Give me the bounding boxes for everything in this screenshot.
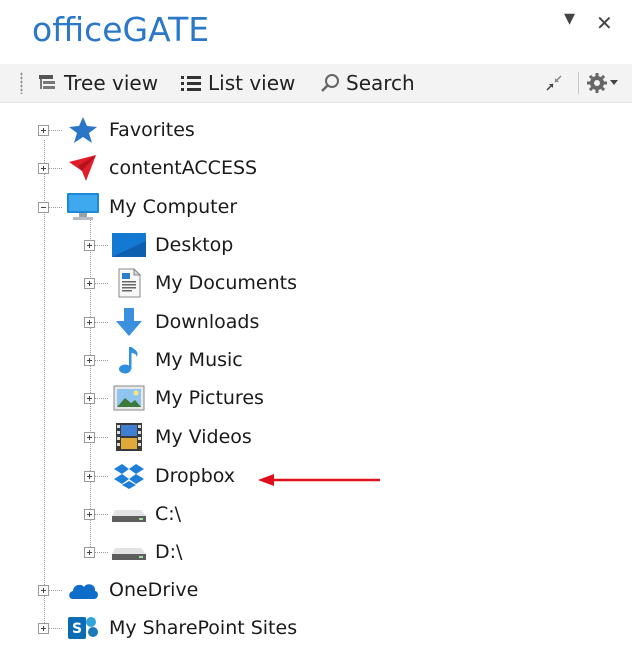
desktop-icon	[111, 230, 147, 260]
tree-node-label: D:\	[155, 541, 183, 563]
expand-toggle[interactable]	[38, 124, 49, 136]
tree-node-c-drive[interactable]: C:\	[84, 496, 181, 532]
tree-node-label: Dropbox	[155, 465, 236, 487]
close-button[interactable]: ✕	[596, 12, 613, 35]
cloud-icon	[65, 575, 101, 605]
contentaccess-logo-icon	[65, 153, 101, 183]
pane-options-dropdown[interactable]: ▾	[564, 8, 575, 30]
expand-toggle[interactable]	[38, 622, 49, 634]
tree-node-label: OneDrive	[109, 579, 199, 601]
list-view-icon	[180, 74, 202, 92]
film-strip-icon	[111, 422, 147, 452]
tree-node-label: My Computer	[109, 196, 238, 218]
tree-connector	[49, 129, 63, 131]
tree-connector	[95, 475, 109, 477]
expand-toggle[interactable]	[84, 431, 95, 443]
tree-node-label: My Videos	[155, 426, 252, 448]
tree-node-my-computer[interactable]: My Computer	[38, 189, 237, 225]
expand-toggle[interactable]	[84, 508, 95, 520]
collapse-icon	[544, 73, 564, 93]
list-view-button[interactable]: List view	[180, 64, 295, 102]
tree-connector	[49, 627, 63, 629]
title-bar: officeGATE ▾ ✕	[0, 0, 632, 64]
toolbar: Tree view List view Search	[0, 64, 632, 103]
expand-toggle[interactable]	[84, 546, 95, 558]
collapse-toggle[interactable]	[38, 201, 49, 213]
tree-connector	[49, 589, 63, 591]
tree-node-d-drive[interactable]: D:\	[84, 534, 182, 570]
sharepoint-logo-icon: S	[65, 613, 101, 643]
toolbar-grip[interactable]	[20, 72, 23, 94]
tree-view-icon	[38, 74, 58, 92]
tree-connector	[95, 359, 109, 361]
search-icon	[320, 73, 340, 93]
tree-node-favorites[interactable]: Favorites	[38, 112, 195, 148]
tree-connector	[95, 321, 109, 323]
expand-toggle[interactable]	[84, 277, 95, 289]
picture-icon	[111, 383, 147, 413]
dropbox-icon	[111, 461, 147, 491]
tree-node-onedrive[interactable]: OneDrive	[38, 572, 198, 608]
computer-icon	[65, 192, 101, 222]
expand-toggle[interactable]	[84, 392, 95, 404]
officegate-panel: officeGATE ▾ ✕ Tree view List view Searc…	[0, 0, 632, 645]
tree-node-desktop[interactable]: Desktop	[84, 227, 233, 263]
close-icon: ✕	[596, 11, 613, 35]
chevron-down-icon	[610, 80, 618, 86]
star-icon	[65, 115, 101, 145]
annotation-arrow	[258, 474, 380, 486]
tree-node-label: Desktop	[155, 234, 234, 256]
list-view-label: List view	[208, 71, 296, 95]
toolbar-separator	[578, 72, 579, 94]
tree-connector	[95, 282, 109, 284]
settings-dropdown-button[interactable]	[586, 64, 618, 102]
search-button[interactable]: Search	[320, 64, 415, 102]
expand-toggle[interactable]	[84, 354, 95, 366]
tree-node-my-music[interactable]: My Music	[84, 342, 243, 378]
collapse-all-button[interactable]	[544, 64, 564, 102]
tree-node-label: Downloads	[155, 311, 260, 333]
tree-connector	[49, 167, 63, 169]
search-label: Search	[346, 71, 415, 95]
app-title: officeGATE	[32, 10, 210, 49]
music-note-icon	[111, 345, 147, 375]
tree-node-contentaccess[interactable]: contentACCESS	[38, 150, 257, 186]
dropdown-arrow-icon: ▾	[564, 6, 576, 31]
tree-connector	[95, 513, 109, 515]
gear-icon	[586, 72, 608, 94]
tree-view-label: Tree view	[64, 71, 159, 95]
tree-node-dropbox[interactable]: Dropbox	[84, 458, 235, 494]
svg-text:S: S	[72, 621, 82, 637]
tree-node-downloads[interactable]: Downloads	[84, 304, 259, 340]
hard-drive-icon	[111, 499, 147, 529]
tree-node-label: My Music	[155, 349, 243, 371]
tree-node-my-documents[interactable]: My Documents	[84, 265, 297, 301]
hard-drive-icon	[111, 537, 147, 567]
expand-toggle[interactable]	[38, 584, 49, 596]
tree-connector	[49, 206, 63, 208]
expand-toggle[interactable]	[38, 162, 49, 174]
tree-node-label: My Pictures	[155, 387, 264, 409]
tree-node-my-pictures[interactable]: My Pictures	[84, 380, 264, 416]
expand-toggle[interactable]	[84, 239, 95, 251]
download-arrow-icon	[111, 307, 147, 337]
tree-node-label: C:\	[155, 503, 182, 525]
tree-node-sharepoint-sites[interactable]: S My SharePoint Sites	[38, 610, 297, 645]
tree-connector	[95, 436, 109, 438]
tree-node-label: My SharePoint Sites	[109, 617, 298, 639]
document-icon	[111, 268, 147, 298]
tree-node-label: Favorites	[109, 119, 195, 141]
tree-node-label: contentACCESS	[109, 157, 258, 179]
tree-node-my-videos[interactable]: My Videos	[84, 419, 252, 455]
tree-node-label: My Documents	[155, 272, 298, 294]
expand-toggle[interactable]	[84, 470, 95, 482]
tree-connector	[95, 551, 109, 553]
tree-view-button[interactable]: Tree view	[38, 64, 158, 102]
tree-connector	[95, 397, 109, 399]
expand-toggle[interactable]	[84, 316, 95, 328]
tree-connector	[95, 244, 109, 246]
folder-tree: Favorites contentACCESS My Computer Desk…	[0, 102, 632, 645]
